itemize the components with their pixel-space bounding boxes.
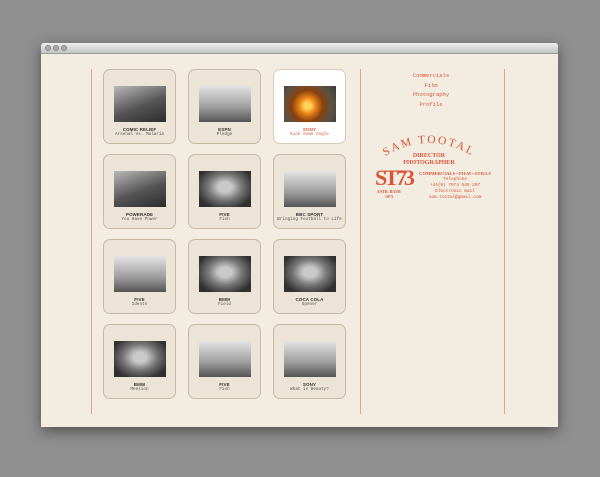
balloons-photo-icon: [114, 256, 166, 292]
card-title: You Have Power: [121, 217, 158, 222]
eyes-photo-icon: [114, 341, 166, 377]
nav-film[interactable]: Film: [381, 81, 481, 91]
building-photo-icon: [284, 171, 336, 207]
nav-profile[interactable]: Profile: [381, 100, 481, 110]
monogram-text: ST73: [375, 165, 415, 190]
nav-photography[interactable]: Photography: [381, 90, 481, 100]
card-title: What is Beauty?: [290, 387, 329, 392]
project-card[interactable]: COMIC RELIEF Arsenal Vs. Malaria: [103, 69, 176, 144]
main-nav: Commercials Film Photography Profile: [381, 71, 481, 109]
card-title: Field: [218, 302, 231, 307]
project-card[interactable]: FIVE Idents: [103, 239, 176, 314]
card-title: Arsenal Vs. Malaria: [115, 132, 164, 137]
card-title: Pledge: [216, 132, 233, 137]
email-link[interactable]: sam.tootal@gmail.com: [409, 195, 501, 201]
card-title: Idents: [131, 302, 148, 307]
project-card[interactable]: SONY What is Beauty?: [273, 324, 346, 399]
logo-subtitle-director: DIRECTOR: [412, 153, 446, 159]
card-title: Fish: [219, 217, 230, 222]
card-title: Kick Some Angle: [290, 132, 329, 137]
zoom-window-icon[interactable]: [61, 45, 67, 51]
project-card[interactable]: FIVE Fish: [188, 154, 261, 229]
center-rule: [360, 69, 361, 414]
established-year: 1973: [385, 194, 393, 199]
face-photo-icon: [199, 256, 251, 292]
project-card[interactable]: BMW Field: [188, 239, 261, 314]
architecture-photo-icon: [284, 341, 336, 377]
card-title: Fish: [219, 387, 230, 392]
close-window-icon[interactable]: [45, 45, 51, 51]
burning-car-photo-icon: [284, 86, 336, 122]
project-card-active[interactable]: SONY Kick Some Angle: [273, 69, 346, 144]
right-rule: [504, 69, 505, 414]
browser-window: COMIC RELIEF Arsenal Vs. Malaria ESPN Pl…: [41, 43, 558, 427]
card-title: Bringing Football to Life: [277, 217, 342, 222]
window-titlebar: [41, 43, 558, 54]
project-card[interactable]: POWERADE You Have Power: [103, 154, 176, 229]
project-card[interactable]: ESPN Pledge: [188, 69, 261, 144]
nav-commercials[interactable]: Commercials: [381, 71, 481, 81]
contact-block: COMMERCIALS • FILM • STILLS Telephone +4…: [409, 171, 501, 201]
car-photo-icon: [199, 86, 251, 122]
project-card[interactable]: COCA COLA Opener: [273, 239, 346, 314]
portrait-photo-icon: [199, 171, 251, 207]
runner-photo-icon: [114, 171, 166, 207]
rider-photo-icon: [199, 341, 251, 377]
minimize-window-icon[interactable]: [53, 45, 59, 51]
project-card[interactable]: BMW Mension: [103, 324, 176, 399]
card-title: Opener: [301, 302, 318, 307]
man-photo-icon: [114, 86, 166, 122]
left-rule: [91, 69, 92, 414]
dog-photo-icon: [284, 256, 336, 292]
project-card[interactable]: FIVE Fish: [188, 324, 261, 399]
project-card[interactable]: BBC SPORT Bringing Football to Life: [273, 154, 346, 229]
monogram-logo: ST73 ESTB. BATH 1973: [375, 165, 415, 200]
card-title: Mension: [130, 387, 149, 392]
